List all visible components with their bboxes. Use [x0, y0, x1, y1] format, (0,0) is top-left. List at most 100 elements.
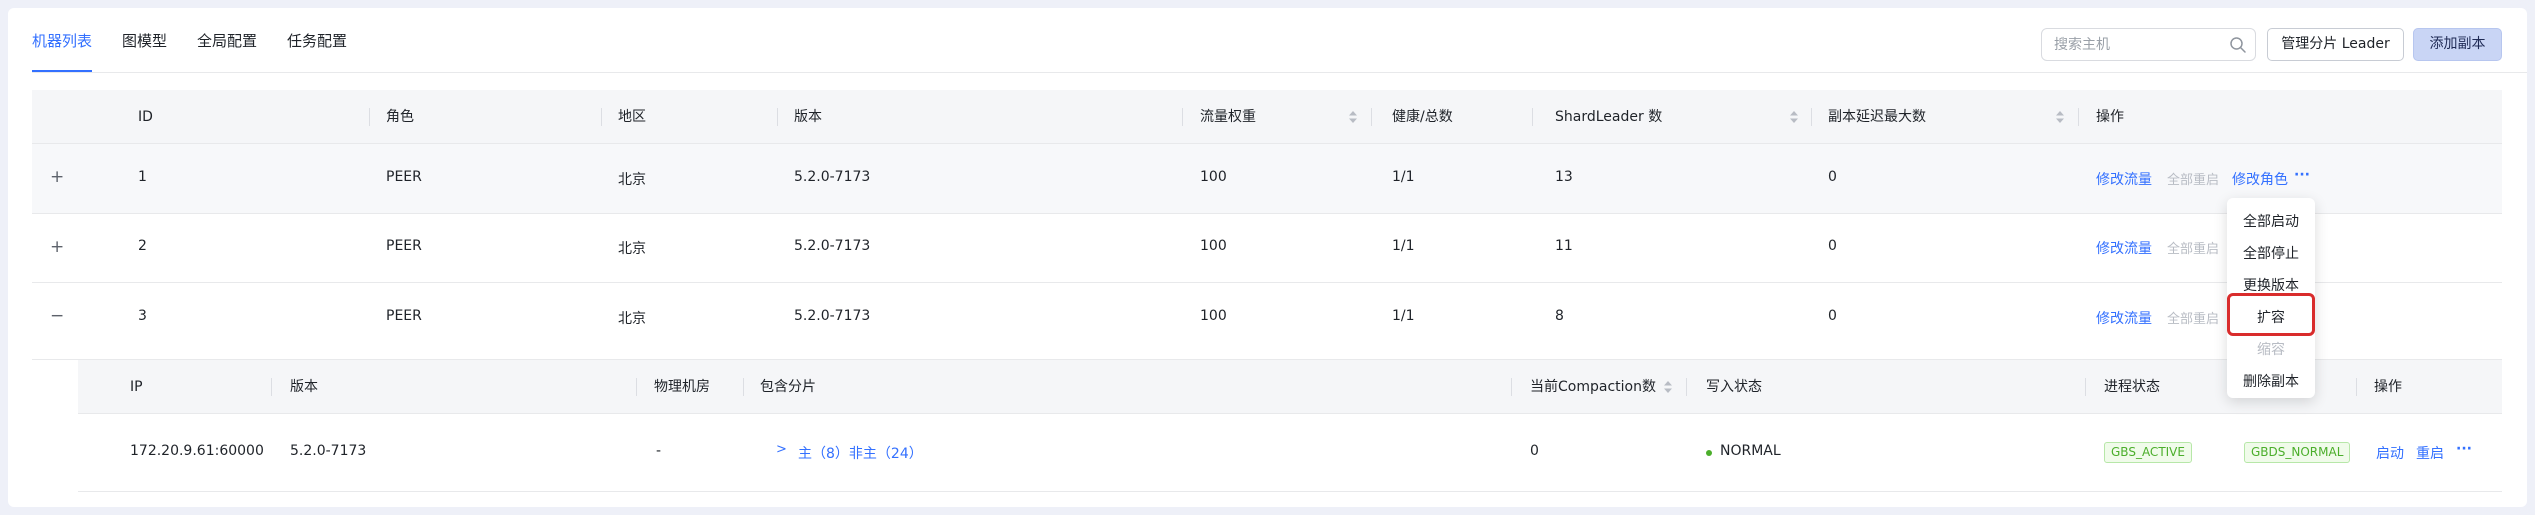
column-separator — [1811, 108, 1812, 126]
table-row: − 3 PEER 北京 5.2.0-7173 100 1/1 8 0 修改流量 … — [32, 283, 2502, 360]
column-header-actions: 操作 — [2096, 109, 2124, 125]
row-traffic-weight: 100 — [1200, 238, 1227, 254]
row-expand-button[interactable]: + — [50, 237, 64, 257]
restart-all-link: 全部重启 — [2167, 312, 2220, 327]
sort-icon[interactable] — [1664, 381, 1672, 393]
restart-link[interactable]: 重启 — [2416, 443, 2444, 463]
more-icon[interactable]: ··· — [2294, 167, 2310, 183]
column-header-process-status: 进程状态 — [2104, 379, 2160, 395]
column-separator — [777, 108, 778, 126]
replica-version: 5.2.0-7173 — [290, 443, 367, 459]
modify-role-link[interactable]: 修改角色 — [2232, 169, 2288, 189]
column-separator — [1182, 108, 1183, 126]
table-header: ID 角色 地区 版本 流量权重 健康/总数 ShardLeader 数 副本延… — [32, 90, 2502, 144]
replica-ip: 172.20.9.61:60000 — [130, 443, 264, 459]
column-header-write-status: 写入状态 — [1706, 379, 1762, 395]
write-status: NORMAL — [1720, 443, 1781, 459]
column-separator — [601, 108, 602, 126]
column-header-shards: 包含分片 — [760, 379, 816, 395]
table-row: + 2 PEER 北京 5.2.0-7173 100 1/1 11 0 修改流量… — [32, 214, 2502, 283]
row-traffic-weight: 100 — [1200, 169, 1227, 185]
row-id: 3 — [138, 308, 147, 324]
row-traffic-weight: 100 — [1200, 308, 1227, 324]
modify-traffic-link[interactable]: 修改流量 — [2096, 308, 2152, 328]
column-header-compaction[interactable]: 当前Compaction数 — [1530, 360, 1656, 414]
menu-item-scale-out[interactable]: 扩容 — [2227, 302, 2315, 334]
column-header-health: 健康/总数 — [1392, 109, 1453, 125]
column-separator — [1532, 108, 1533, 126]
row-version: 5.2.0-7173 — [794, 308, 871, 324]
row-role: PEER — [386, 308, 422, 324]
sort-icon[interactable] — [1790, 111, 1798, 123]
column-header-shard-leader[interactable]: ShardLeader 数 — [1555, 90, 1662, 144]
column-separator — [2085, 378, 2086, 396]
column-header-version: 版本 — [794, 109, 822, 125]
restart-all-link: 全部重启 — [2167, 173, 2220, 188]
table-row: 172.20.9.61:60000 5.2.0-7173 - > 主（8）非主（… — [78, 414, 2502, 492]
replica-room: - — [656, 443, 662, 459]
search-icon[interactable] — [2229, 36, 2247, 54]
tab-task-config[interactable]: 任务配置 — [287, 8, 347, 72]
menu-item-stop-all[interactable]: 全部停止 — [2227, 238, 2315, 270]
shards-link[interactable]: 主（8）非主（24） — [798, 443, 923, 463]
more-actions-dropdown: 全部启动 全部停止 更换版本 扩容 缩容 删除副本 — [2227, 198, 2315, 398]
tab-graph-model[interactable]: 图模型 — [122, 8, 167, 72]
search-input[interactable] — [2042, 29, 2222, 60]
column-header-replica-delay[interactable]: 副本延迟最大数 — [1828, 90, 1926, 144]
column-header-id: ID — [138, 109, 153, 125]
modify-traffic-link[interactable]: 修改流量 — [2096, 238, 2152, 258]
subtable-header: IP 版本 物理机房 包含分片 当前Compaction数 写入状态 进程状态 … — [78, 360, 2502, 414]
row-shard-leader-count: 8 — [1555, 308, 1564, 324]
status-badge: GBS_ACTIVE — [2104, 442, 2192, 463]
tab-bar: 机器列表 图模型 全局配置 任务配置 — [32, 8, 377, 73]
table-row: + 1 PEER 北京 5.2.0-7173 100 1/1 13 0 修改流量… — [32, 144, 2502, 214]
row-replica-delay: 0 — [1828, 238, 1837, 254]
status-badge: GBDS_NORMAL — [2244, 442, 2351, 463]
status-dot — [1706, 450, 1712, 456]
column-header-ip: IP — [130, 379, 143, 395]
column-header-actions: 操作 — [2374, 379, 2402, 395]
column-separator — [636, 378, 637, 396]
row-region: 北京 — [618, 241, 646, 257]
column-separator — [2078, 108, 2079, 126]
menu-item-delete-replica[interactable]: 删除副本 — [2227, 366, 2315, 398]
tab-machine-list[interactable]: 机器列表 — [32, 8, 93, 73]
column-separator — [1511, 378, 1512, 396]
modify-traffic-link[interactable]: 修改流量 — [2096, 169, 2152, 189]
menu-item-change-version[interactable]: 更换版本 — [2227, 270, 2315, 302]
row-role: PEER — [386, 169, 422, 185]
host-search — [2041, 28, 2256, 61]
restart-all-link: 全部重启 — [2167, 242, 2220, 257]
column-separator — [1371, 108, 1372, 126]
replica-subtable: IP 版本 物理机房 包含分片 当前Compaction数 写入状态 进程状态 … — [78, 360, 2502, 492]
sort-icon[interactable] — [2056, 111, 2064, 123]
start-link[interactable]: 启动 — [2376, 443, 2404, 463]
tab-global-config[interactable]: 全局配置 — [197, 8, 257, 72]
row-version: 5.2.0-7173 — [794, 238, 871, 254]
row-health: 1/1 — [1392, 169, 1415, 185]
row-id: 2 — [138, 238, 147, 254]
more-icon[interactable]: ··· — [2456, 441, 2472, 457]
sort-icon[interactable] — [1349, 111, 1357, 123]
column-separator — [369, 108, 370, 126]
row-id: 1 — [138, 169, 147, 185]
column-header-room: 物理机房 — [654, 379, 710, 395]
column-header-region: 地区 — [618, 109, 646, 125]
manage-shard-leader-button[interactable]: 管理分片 Leader — [2267, 28, 2404, 61]
row-expand-button[interactable]: + — [50, 167, 64, 187]
row-region: 北京 — [618, 172, 646, 188]
add-replica-button[interactable]: 添加副本 — [2413, 28, 2502, 61]
menu-item-scale-in: 缩容 — [2257, 342, 2285, 358]
column-header-version: 版本 — [290, 379, 318, 395]
column-header-role: 角色 — [386, 109, 414, 125]
chevron-right-icon[interactable]: > — [776, 442, 787, 457]
column-separator — [743, 378, 744, 396]
replica-compaction-count: 0 — [1530, 443, 1539, 459]
row-collapse-button[interactable]: − — [50, 306, 64, 326]
menu-item-start-all[interactable]: 全部启动 — [2227, 206, 2315, 238]
row-health: 1/1 — [1392, 238, 1415, 254]
row-shard-leader-count: 13 — [1555, 169, 1573, 185]
row-replica-delay: 0 — [1828, 169, 1837, 185]
column-header-traffic-weight[interactable]: 流量权重 — [1200, 90, 1256, 144]
row-health: 1/1 — [1392, 308, 1415, 324]
